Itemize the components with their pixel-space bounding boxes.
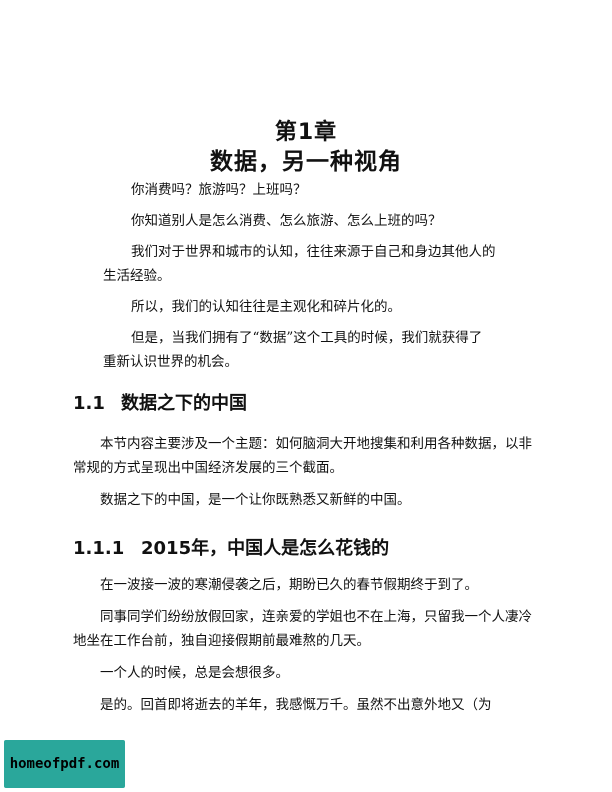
- intro-line: 我们对于世界和城市的认知，往往来源于自己和身边其他人的: [131, 244, 496, 260]
- paragraph: 一个人的时候，总是会想很多。: [100, 665, 289, 681]
- chapter-title: 数据，另一种视角: [210, 149, 402, 175]
- paragraph: 本节内容主要涉及一个主题：如何脑洞大开地搜集和利用各种数据，以非常规的方式呈现出…: [73, 436, 532, 476]
- intro-line: 你消费吗？旅游吗？上班吗？: [131, 182, 307, 198]
- intro-line: 所以，我们的认知往往是主观化和碎片化的。: [131, 299, 401, 315]
- section-heading-1-1: 1.1 数据之下的中国: [73, 389, 247, 415]
- intro-line: 但是，当我们拥有了“数据”这个工具的时候，我们就获得了: [131, 330, 483, 346]
- paragraph: 是的。回首即将逝去的羊年，我感慨万千。虽然不出意外地又（为: [100, 697, 492, 713]
- intro-line: 重新认识世界的机会。: [103, 354, 238, 370]
- paragraph: 同事同学们纷纷放假回家，连亲爱的学姐也不在上海，只留我一个人凄冷地坐在工作台前，…: [73, 609, 532, 649]
- section-title: 数据之下的中国: [121, 393, 247, 414]
- section-title: 2015年，中国人是怎么花钱的: [141, 538, 390, 559]
- section-number: 1.1: [73, 393, 105, 414]
- section-number: 1.1.1: [73, 538, 125, 559]
- watermark-logo: homeofpdf.com: [4, 740, 125, 788]
- section-1-1-body: 本节内容主要涉及一个主题：如何脑洞大开地搜集和利用各种数据，以非常规的方式呈现出…: [73, 432, 543, 512]
- document-page: 第1章 数据，另一种视角 你消费吗？旅游吗？上班吗？ 你知道别人是怎么消费、怎么…: [0, 0, 612, 792]
- section-1-1-1-body: 在一波接一波的寒潮侵袭之后，期盼已久的春节假期终于到了。 同事同学们纷纷放假回家…: [73, 573, 543, 717]
- paragraph: 在一波接一波的寒潮侵袭之后，期盼已久的春节假期终于到了。: [100, 577, 478, 593]
- intro-line: 生活经验。: [103, 268, 171, 284]
- intro-block: 你消费吗？旅游吗？上班吗？ 你知道别人是怎么消费、怎么旅游、怎么上班的吗？ 我们…: [103, 178, 543, 374]
- section-heading-1-1-1: 1.1.1 2015年，中国人是怎么花钱的: [73, 534, 389, 560]
- paragraph: 数据之下的中国，是一个让你既熟悉又新鲜的中国。: [100, 492, 411, 508]
- intro-line: 你知道别人是怎么消费、怎么旅游、怎么上班的吗？: [131, 213, 442, 229]
